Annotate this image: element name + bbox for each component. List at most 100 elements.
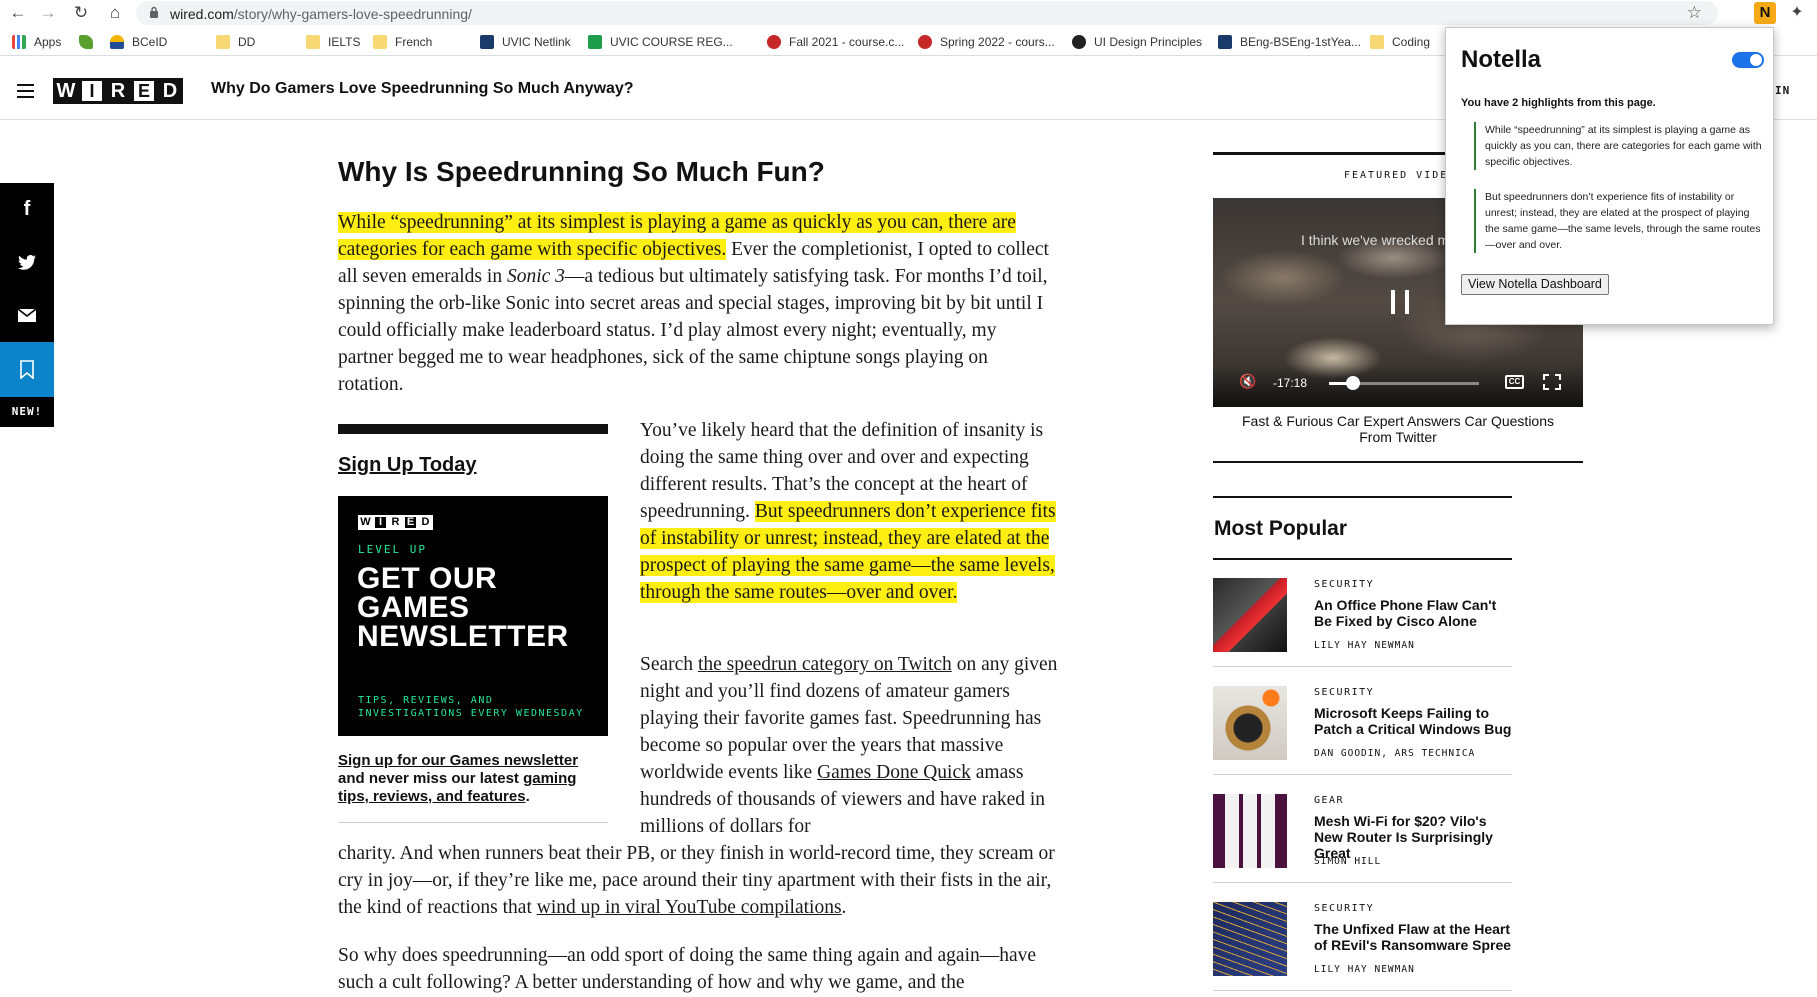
article-paragraph-4: charity. And when runners beat their PB,…	[338, 843, 1055, 918]
article-paragraph-5: So why does speedrunning—an odd sport of…	[338, 945, 1037, 993]
bookmark-french[interactable]: French	[373, 35, 432, 49]
folder-icon	[306, 35, 320, 49]
story-author: LILY HAY NEWMAN	[1314, 640, 1415, 651]
featured-video-label: FEATURED VIDEO	[1344, 170, 1457, 181]
address-bar[interactable]: wired.com/story/why-gamers-love-speedrun…	[136, 1, 1718, 25]
notella-popup: Notella You have 2 highlights from this …	[1445, 27, 1774, 325]
sheets-icon	[588, 35, 602, 49]
story-category: GEAR	[1314, 795, 1345, 806]
article-paragraph-1: While “speedrunning” at its simplest is …	[338, 212, 1049, 395]
email-share-button[interactable]	[0, 289, 54, 342]
story-thumbnail[interactable]	[1213, 686, 1287, 760]
reload-icon[interactable]: ↻	[69, 1, 93, 25]
featured-video-title[interactable]: Fast & Furious Car Expert Answers Car Qu…	[1228, 413, 1568, 445]
bookmark-fall-2021[interactable]: Fall 2021 - course.c...	[767, 35, 904, 49]
bookmark-leaf[interactable]	[79, 35, 101, 49]
saved-highlight[interactable]: While “speedrunning” at its simplest is …	[1474, 122, 1764, 170]
games-done-quick-link[interactable]: Games Done Quick	[817, 762, 971, 783]
twitter-share-button[interactable]	[0, 236, 54, 289]
toggle-knob	[1750, 54, 1762, 66]
story-thumbnail[interactable]	[1213, 794, 1287, 868]
forward-arrow-icon[interactable]: →	[36, 1, 60, 25]
bookmark-dd[interactable]: DD	[216, 35, 255, 49]
closed-captions-icon[interactable]: CC	[1505, 375, 1524, 389]
folder-icon	[216, 35, 230, 49]
course-icon	[767, 35, 781, 49]
bookmark-uvic-netlink[interactable]: UVIC Netlink	[480, 35, 571, 49]
back-arrow-icon[interactable]: ←	[6, 1, 30, 25]
folder-icon	[373, 35, 387, 49]
apps-grid-icon	[12, 35, 26, 49]
mute-icon[interactable]: 🔇	[1239, 373, 1256, 390]
sign-in-link[interactable]: IN	[1775, 84, 1790, 97]
facebook-icon: f	[23, 198, 31, 220]
newsletter-tagline: TIPS, REVIEWS, AND INVESTIGATIONS EVERY …	[358, 695, 584, 719]
notella-enable-toggle[interactable]	[1732, 52, 1764, 68]
story-divider	[1213, 666, 1512, 667]
featured-video-bottom-rule	[1213, 461, 1583, 463]
story-title[interactable]: An Office Phone Flaw Can't Be Fixed by C…	[1314, 597, 1514, 629]
view-dashboard-button[interactable]: View Notella Dashboard	[1461, 274, 1609, 295]
newsletter-signup-link[interactable]: Sign up for our Games newsletter	[338, 752, 578, 769]
bookmark-star-icon[interactable]: ☆	[1687, 3, 1702, 23]
bookmark-apps[interactable]: Apps	[12, 35, 61, 49]
story-author: LILY HAY NEWMAN	[1314, 964, 1415, 975]
newsletter-signup-heading[interactable]: Sign Up Today	[338, 454, 477, 477]
bookmark-beng[interactable]: BEng-BSEng-1stYea...	[1218, 35, 1361, 49]
story-thumbnail[interactable]	[1213, 578, 1287, 652]
popular-story-item[interactable]: SECURITY An Office Phone Flaw Can't Be F…	[1213, 560, 1512, 667]
story-thumbnail[interactable]	[1213, 902, 1287, 976]
twitch-speedrun-link[interactable]: the speedrun category on Twitch	[698, 654, 952, 675]
twitter-icon	[18, 255, 36, 270]
wired-logo[interactable]: W I R E D	[53, 78, 183, 104]
level-up-label: LEVEL UP	[358, 543, 427, 556]
facebook-share-button[interactable]: f	[0, 183, 54, 236]
save-bookmark-button[interactable]	[0, 342, 54, 397]
home-icon[interactable]: ⌂	[103, 1, 127, 25]
bookmark-icon	[20, 360, 34, 379]
share-rail: f NEW!	[0, 183, 54, 427]
article-paragraph-3: Search the speedrun category on Twitch o…	[640, 654, 1058, 837]
menu-hamburger-icon[interactable]	[17, 84, 34, 98]
bookmark-uvic-course-reg[interactable]: UVIC COURSE REG...	[588, 35, 733, 49]
newsletter-headline: GET OUR GAMES NEWSLETTER	[357, 562, 569, 653]
saved-highlight[interactable]: But speedrunners don’t experience fits o…	[1474, 189, 1764, 253]
bookmark-ielts[interactable]: IELTS	[306, 35, 360, 49]
article-paragraph-2: You’ve likely heard that the definition …	[640, 420, 1056, 603]
story-title[interactable]: Microsoft Keeps Failing to Patch a Criti…	[1314, 705, 1514, 737]
video-controls	[1213, 365, 1583, 407]
video-progress-slider[interactable]	[1329, 376, 1479, 390]
header-story-title: Why Do Gamers Love Speedrunning So Much …	[211, 80, 634, 97]
pause-icon[interactable]	[1389, 290, 1411, 314]
story-divider	[1213, 882, 1512, 883]
newsletter-top-bar	[338, 424, 608, 434]
fullscreen-icon[interactable]	[1543, 374, 1561, 390]
bc-flag-icon	[110, 35, 124, 49]
notella-extension-icon[interactable]: N	[1754, 2, 1776, 24]
bookmark-coding[interactable]: Coding	[1370, 35, 1430, 49]
popular-story-item[interactable]: SECURITY The Unfixed Flaw at the Heart o…	[1213, 884, 1512, 991]
popular-story-item[interactable]: SECURITY Microsoft Keeps Failing to Patc…	[1213, 668, 1512, 775]
extensions-puzzle-icon[interactable]: ✦	[1785, 1, 1809, 25]
most-popular-heading: Most Popular	[1214, 517, 1348, 540]
video-progress-knob[interactable]	[1346, 376, 1360, 390]
folder-icon	[1370, 35, 1384, 49]
story-author: DAN GOODIN, ARS TECHNICA	[1314, 748, 1476, 759]
story-title[interactable]: Mesh Wi-Fi for $20? Vilo's New Router Is…	[1314, 813, 1514, 861]
popular-story-item[interactable]: GEAR Mesh Wi-Fi for $20? Vilo's New Rout…	[1213, 776, 1512, 883]
newsletter-promo-image[interactable]: W I R E D LEVEL UP GET OUR GAMES NEWSLET…	[338, 496, 608, 736]
story-category: SECURITY	[1314, 579, 1375, 590]
youtube-compilations-link[interactable]: wind up in viral YouTube compilations	[537, 897, 842, 918]
course-icon	[918, 35, 932, 49]
newsletter-divider	[338, 822, 608, 823]
lock-icon	[150, 6, 158, 18]
bookmark-bceid[interactable]: BCeID	[110, 35, 167, 49]
uvic-icon	[480, 35, 494, 49]
bookmark-ui-design[interactable]: UI Design Principles	[1072, 35, 1202, 49]
video-time-remaining: -17:18	[1273, 376, 1308, 390]
newsletter-caption: Sign up for our Games newsletter and nev…	[338, 752, 579, 805]
story-title[interactable]: The Unfixed Flaw at the Heart of REvil's…	[1314, 921, 1514, 953]
globe-icon	[1072, 35, 1086, 49]
most-popular-rule	[1213, 496, 1512, 498]
bookmark-spring-2022[interactable]: Spring 2022 - cours...	[918, 35, 1055, 49]
